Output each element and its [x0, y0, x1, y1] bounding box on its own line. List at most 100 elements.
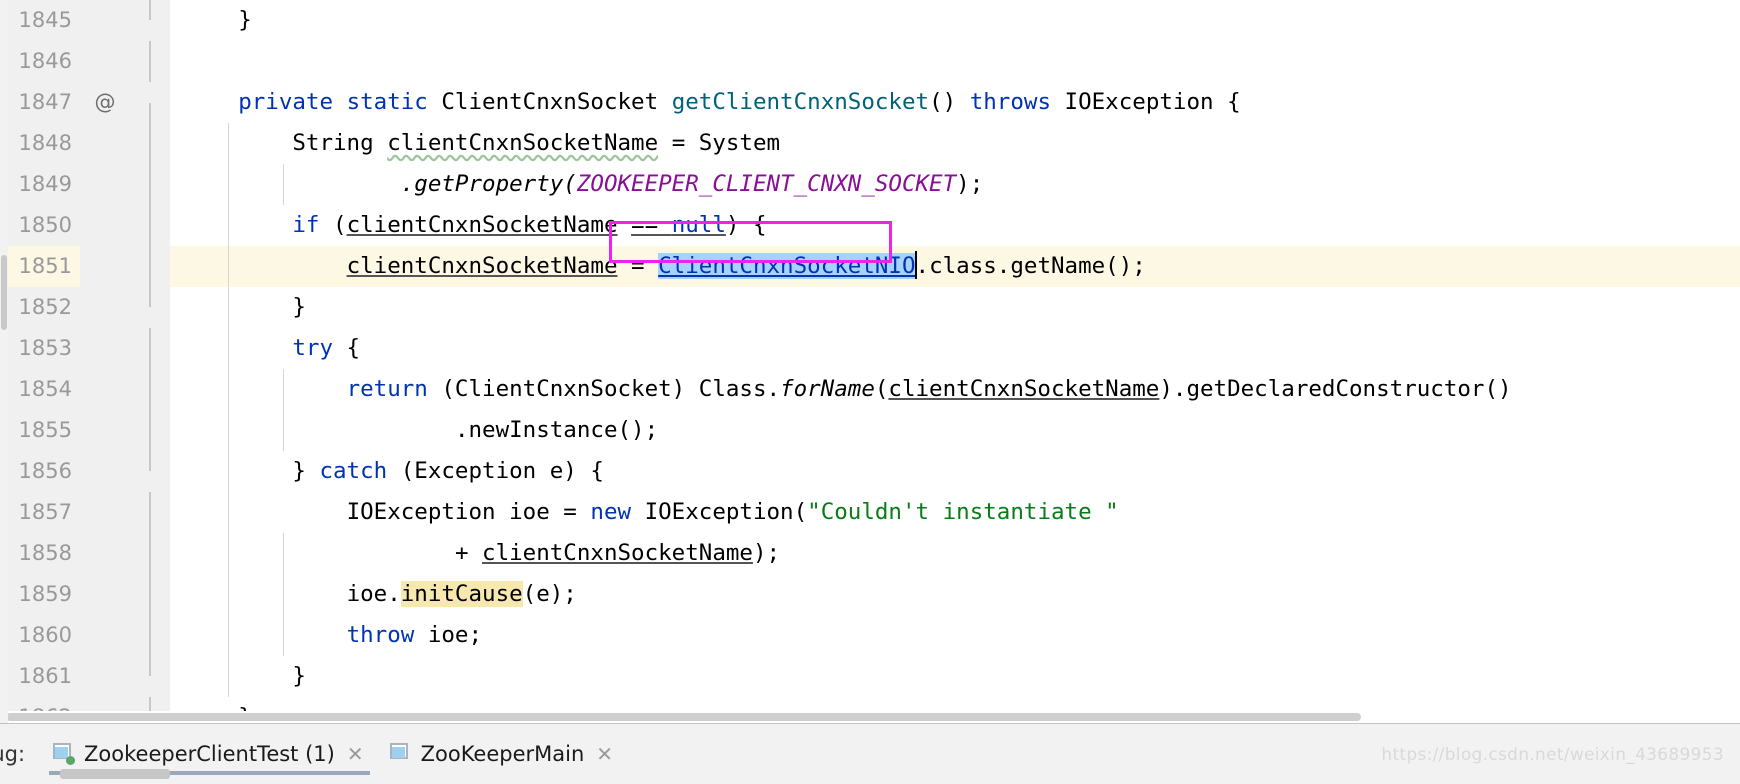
code-line-1861[interactable]: 1861 }: [0, 656, 1740, 723]
token-close-brace: }: [292, 458, 320, 484]
fold-gutter[interactable]: [130, 656, 170, 723]
fold-gutter[interactable]: [130, 164, 170, 205]
line-number[interactable]: 1856: [0, 451, 80, 492]
code-line-1856[interactable]: 1856 } catch (Exception e) {: [0, 451, 1740, 519]
code-line-1848[interactable]: 1848 String clientCnxnSocketName = Syste…: [0, 123, 1740, 164]
token-keyword-catch: catch: [319, 458, 388, 484]
code-text[interactable]: .newInstance();: [170, 410, 1740, 451]
line-number[interactable]: 1846: [0, 41, 80, 82]
token-method-name: getClientCnxnSocket: [671, 89, 930, 115]
code-line-1845[interactable]: 1845 }: [0, 0, 1740, 68]
fold-gutter[interactable]: [130, 369, 170, 410]
indent-guide: [228, 615, 229, 656]
line-number[interactable]: 1857: [0, 492, 80, 533]
line-annotation: [80, 369, 130, 410]
fold-start-icon[interactable]: [139, 214, 161, 273]
fold-gutter[interactable]: [130, 615, 170, 656]
code-text[interactable]: IOException ioe = new IOException("Could…: [170, 492, 1740, 533]
code-line-1849[interactable]: 1849 .getProperty(ZOOKEEPER_CLIENT_CNXN_…: [0, 164, 1740, 205]
token-operator: ==: [631, 212, 672, 238]
override-annotation-marker[interactable]: @: [80, 82, 130, 123]
code-text[interactable]: clientCnxnSocketName = ClientCnxnSocketN…: [170, 246, 1740, 287]
line-number[interactable]: 1853: [0, 328, 80, 369]
line-number[interactable]: 1860: [0, 615, 80, 656]
fold-start-icon[interactable]: [139, 337, 161, 396]
code-line-1847[interactable]: 1847 @ private static ClientCnxnSocket g…: [0, 82, 1740, 150]
code-line-1860[interactable]: 1860 throw ioe;: [0, 615, 1740, 656]
line-number[interactable]: 1861: [0, 656, 80, 697]
close-icon[interactable]: ✕: [596, 742, 613, 766]
line-number[interactable]: 1852: [0, 287, 80, 328]
line-number[interactable]: 1849: [0, 164, 80, 205]
editor-marker-thumb[interactable]: [1, 255, 7, 330]
line-number[interactable]: 1854: [0, 369, 80, 410]
fold-gutter[interactable]: [130, 574, 170, 615]
code-line-1850[interactable]: 1850 if (clientCnxnSocketName == null) {: [0, 205, 1740, 273]
fold-gutter[interactable]: [130, 82, 170, 150]
line-number[interactable]: 1850: [0, 205, 80, 246]
fold-gutter[interactable]: [130, 533, 170, 574]
line-number[interactable]: 1858: [0, 533, 80, 574]
horizontal-scrollbar-thumb[interactable]: [6, 713, 1361, 721]
code-text[interactable]: ioe.initCause(e);: [170, 574, 1740, 615]
code-line-1854[interactable]: 1854 return (ClientCnxnSocket) Class.for…: [0, 369, 1740, 410]
fold-gutter[interactable]: [130, 451, 170, 519]
fold-start-icon[interactable]: [139, 91, 161, 150]
fold-line: [149, 410, 151, 451]
selected-class-reference[interactable]: ClientCnxnSocketNIO: [658, 253, 916, 279]
token-parens: (): [929, 89, 957, 115]
token-tail: ) {: [725, 212, 767, 238]
code-text[interactable]: .getProperty(ZOOKEEPER_CLIENT_CNXN_SOCKE…: [170, 164, 1740, 205]
fold-gutter[interactable]: [130, 492, 170, 533]
code-line-1859[interactable]: 1859 ioe.initCause(e);: [0, 574, 1740, 615]
code-text[interactable]: return (ClientCnxnSocket) Class.forName(…: [170, 369, 1740, 410]
fold-end-icon[interactable]: [139, 9, 161, 68]
line-number[interactable]: 1851: [0, 246, 80, 287]
code-text[interactable]: } catch (Exception e) {: [170, 451, 1740, 492]
code-text[interactable]: }: [170, 656, 1740, 697]
line-number[interactable]: 1855: [0, 410, 80, 451]
fold-gutter[interactable]: [130, 0, 170, 68]
line-number[interactable]: 1847: [0, 82, 80, 123]
code-line-1853[interactable]: 1853 try {: [0, 328, 1740, 396]
bottom-scrollbar-thumb[interactable]: [60, 769, 170, 779]
token-constant: ZOOKEEPER_CLIENT_CNXN_SOCKET: [576, 171, 957, 197]
fold-gutter[interactable]: [130, 328, 170, 396]
code-editor[interactable]: 1845 } 1846 1847 @ private static Client…: [0, 0, 1740, 723]
debug-tab-zookeepermain[interactable]: ZooKeeperMain ✕: [378, 724, 627, 784]
code-line-1851-current[interactable]: 1851 clientCnxnSocketName = ClientCnxnSo…: [0, 246, 1740, 287]
highlighted-method-initcause[interactable]: initCause: [400, 581, 523, 607]
fold-gutter[interactable]: [130, 123, 170, 164]
code-text[interactable]: String clientCnxnSocketName = System: [170, 123, 1740, 164]
fold-gutter[interactable]: [130, 41, 170, 82]
close-icon[interactable]: ✕: [347, 742, 364, 766]
code-line-1846[interactable]: 1846: [0, 41, 1740, 82]
token-tail: (e);: [522, 581, 577, 607]
line-number[interactable]: 1848: [0, 123, 80, 164]
code-text[interactable]: private static ClientCnxnSocket getClien…: [170, 82, 1740, 123]
code-line-1855[interactable]: 1855 .newInstance();: [0, 410, 1740, 451]
code-text[interactable]: throw ioe;: [170, 615, 1740, 656]
code-line-1852[interactable]: 1852 }: [0, 287, 1740, 355]
token-tail: );: [956, 171, 984, 197]
fold-gutter[interactable]: [130, 205, 170, 273]
fold-end-icon[interactable]: [139, 460, 161, 519]
fold-gutter[interactable]: [130, 287, 170, 355]
code-line-1857[interactable]: 1857 IOException ioe = new IOException("…: [0, 492, 1740, 533]
fold-end-icon[interactable]: [139, 665, 161, 723]
line-number[interactable]: 1859: [0, 574, 80, 615]
line-annotation: [80, 205, 130, 246]
horizontal-scrollbar-track[interactable]: [0, 711, 1740, 723]
fold-gutter[interactable]: [130, 246, 170, 287]
code-line-1858[interactable]: 1858 + clientCnxnSocketName);: [0, 533, 1740, 574]
code-text[interactable]: try {: [170, 328, 1740, 369]
code-text[interactable]: + clientCnxnSocketName);: [170, 533, 1740, 574]
code-text[interactable]: }: [170, 0, 1740, 41]
line-annotation: [80, 410, 130, 451]
code-text[interactable]: [170, 41, 1740, 82]
fold-gutter[interactable]: [130, 410, 170, 451]
code-text[interactable]: if (clientCnxnSocketName == null) {: [170, 205, 1740, 246]
fold-end-icon[interactable]: [139, 296, 161, 355]
code-text[interactable]: }: [170, 287, 1740, 328]
line-number[interactable]: 1845: [0, 0, 80, 41]
